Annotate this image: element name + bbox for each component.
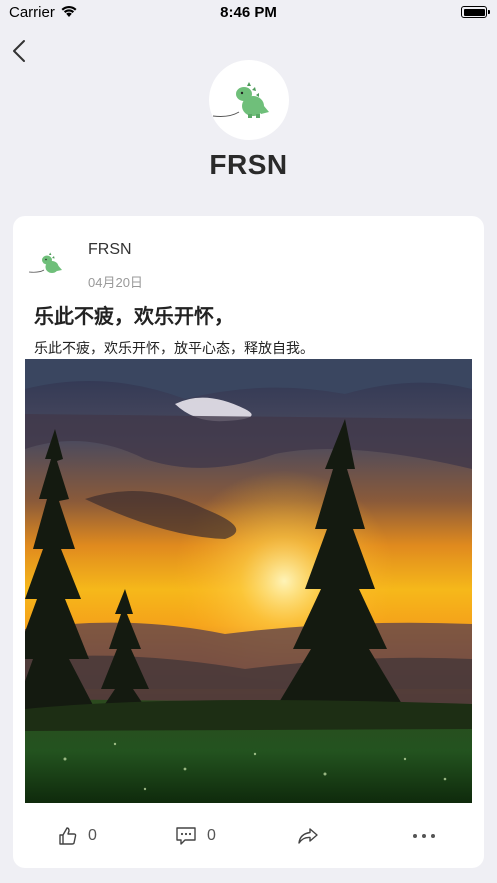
post-photo[interactable] <box>25 359 472 803</box>
like-count: 0 <box>88 827 97 844</box>
sunset-trees-photo <box>25 359 472 803</box>
post-date: 04月20日 <box>88 275 143 290</box>
profile-avatar <box>209 60 289 140</box>
share-icon <box>298 828 318 844</box>
back-button[interactable] <box>8 36 32 66</box>
profile-name: FRSN <box>209 149 288 180</box>
comment-count: 0 <box>207 827 216 844</box>
share-button[interactable] <box>297 823 319 849</box>
post-author[interactable]: FRSN <box>88 241 132 259</box>
more-icon <box>413 834 435 838</box>
comment-icon <box>176 827 196 845</box>
dinosaur-avatar-image <box>28 252 62 273</box>
post-title: 乐此不疲，欢乐开怀， <box>34 306 234 328</box>
author-avatar[interactable] <box>27 240 73 286</box>
dinosaur-avatar-image <box>212 82 269 118</box>
status-bar: Carrier 8:46 PM <box>0 0 497 26</box>
thumbs-up-icon <box>59 827 77 845</box>
post-body: 乐此不疲，欢乐开怀，放平心态，释放自我。 <box>34 340 314 356</box>
battery-icon <box>461 6 490 18</box>
comment-button[interactable]: 0 <box>175 823 216 849</box>
like-button[interactable]: 0 <box>58 823 97 849</box>
post-card[interactable]: FRSN 04月20日 乐此不疲，欢乐开怀， 乐此不疲，欢乐开怀，放平心态，释放… <box>13 216 484 868</box>
chevron-left-icon <box>13 40 25 62</box>
more-button[interactable] <box>411 823 437 849</box>
clock: 8:46 PM <box>220 4 277 21</box>
